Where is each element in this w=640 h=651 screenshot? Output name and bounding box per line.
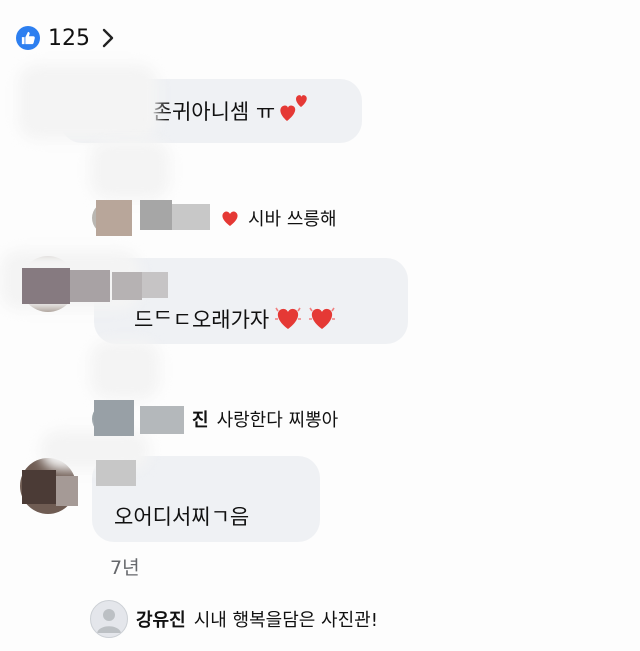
mosaic-block xyxy=(22,470,56,504)
reply-author: 강유진 xyxy=(136,610,186,631)
reply-text: 시바 쓰릉해 xyxy=(248,209,337,230)
beating-heart-icon xyxy=(309,307,336,329)
comments-screen: 125 배ㅣ존귀아니셈 ㅠ 혀 시바 쓰릉해 드ᄃㄷ오래가자 xyxy=(0,0,640,651)
reaction-summary[interactable]: 125 xyxy=(16,22,116,54)
mosaic-block xyxy=(112,272,142,300)
reply-row[interactable]: 강유진 시내 행복을담은 사진관! xyxy=(90,600,378,638)
chevron-right-icon[interactable] xyxy=(100,26,116,50)
mosaic-block xyxy=(96,200,132,236)
reaction-count: 125 xyxy=(48,25,90,51)
mosaic-block xyxy=(70,270,110,302)
thumbs-up-icon xyxy=(16,26,40,50)
reply-text: 사랑한다 찌뽕아 xyxy=(216,410,339,431)
mosaic-block xyxy=(140,200,172,230)
default-avatar-icon xyxy=(90,600,128,638)
reply-author: 진 xyxy=(192,410,209,431)
emoji-group xyxy=(273,303,337,333)
mosaic-block xyxy=(22,268,70,304)
mosaic-block xyxy=(56,476,78,506)
comment-text: 오어디서찌ㄱ음 xyxy=(114,505,250,529)
mosaic-block xyxy=(94,400,134,436)
mosaic-block xyxy=(172,204,210,230)
comment-text: 드ᄃㄷ오래가자 xyxy=(134,308,270,332)
privacy-blur xyxy=(90,140,170,200)
mosaic-block xyxy=(142,272,168,298)
heart-icon xyxy=(222,211,238,226)
privacy-blur xyxy=(18,64,158,140)
comment-timestamp: 7년 xyxy=(110,557,140,579)
reply-text: 시내 행복을담은 사진관! xyxy=(193,610,378,631)
privacy-blur xyxy=(90,340,160,400)
beating-heart-icon xyxy=(275,307,302,329)
mosaic-block xyxy=(96,460,136,486)
comment-bubble[interactable]: 드ᄃㄷ오래가자 xyxy=(94,258,408,344)
mosaic-block xyxy=(140,406,184,434)
two-hearts-icon xyxy=(280,95,308,121)
